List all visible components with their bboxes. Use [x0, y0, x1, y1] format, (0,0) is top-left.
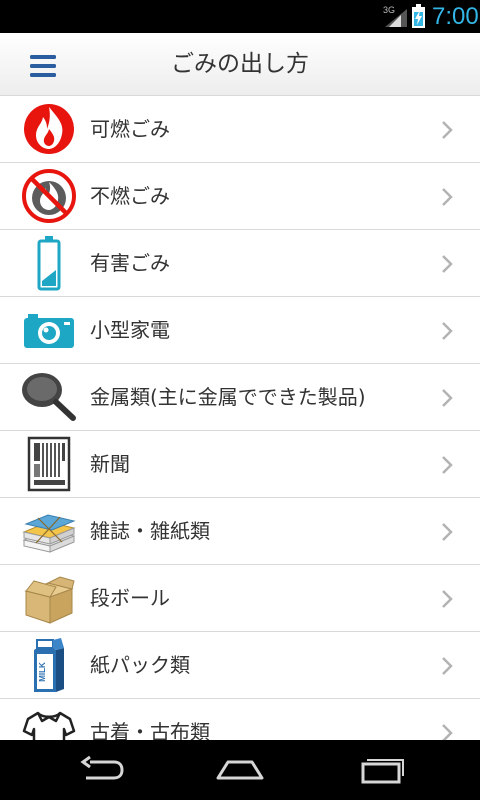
- list-item-label: 紙パック類: [90, 653, 190, 677]
- chevron-right-icon: [442, 322, 453, 340]
- list-item-label: 可燃ごみ: [90, 117, 170, 141]
- garbage-category-list: 可燃ごみ 不燃ごみ 有害ごみ 小型家電 金属類(主に金属でできた製品) 新聞 雑…: [0, 96, 480, 740]
- list-item-label: 不燃ごみ: [90, 184, 170, 208]
- cardboard-box-icon: [24, 576, 75, 624]
- list-item-label: 古着・古布類: [90, 720, 210, 740]
- list-item-old-clothes[interactable]: 古着・古布類: [0, 699, 480, 740]
- list-item-small-appliances[interactable]: 小型家電: [0, 297, 480, 364]
- list-item-label: 小型家電: [90, 318, 170, 342]
- chevron-right-icon: [442, 724, 453, 740]
- signal-strength-icon: [385, 9, 407, 27]
- back-icon[interactable]: [76, 754, 124, 784]
- no-fire-icon: [22, 169, 76, 223]
- home-icon[interactable]: [216, 754, 264, 784]
- recent-apps-icon[interactable]: [358, 754, 406, 784]
- list-item-magazines[interactable]: 雑誌・雑紙類: [0, 498, 480, 565]
- newspaper-icon: [27, 436, 71, 492]
- hamburger-menu-icon: [30, 55, 56, 77]
- chevron-right-icon: [442, 523, 453, 541]
- frying-pan-icon: [22, 373, 76, 421]
- battery-charging-icon: [412, 4, 425, 28]
- milk-carton-icon: MILK: [34, 638, 64, 692]
- page-title: ごみの出し方: [171, 51, 309, 77]
- chevron-right-icon: [442, 255, 453, 273]
- status-bar: 3G 7:00: [0, 0, 480, 33]
- app-bar: ごみの出し方: [0, 33, 480, 96]
- list-item-label: 雑誌・雑紙類: [90, 519, 210, 543]
- chevron-right-icon: [442, 590, 453, 608]
- camera-icon: [24, 314, 74, 348]
- status-time: 7:00: [432, 3, 479, 30]
- magazine-bundle-icon: [22, 514, 76, 553]
- chevron-right-icon: [442, 657, 453, 675]
- chevron-right-icon: [442, 456, 453, 474]
- chevron-right-icon: [442, 188, 453, 206]
- list-item-burnable[interactable]: 可燃ごみ: [0, 96, 480, 163]
- list-item-label: 金属類(主に金属でできた製品): [90, 385, 366, 409]
- list-item-label: 新聞: [90, 452, 130, 476]
- list-item-paper-cartons[interactable]: MILK 紙パック類: [0, 632, 480, 699]
- list-item-metals[interactable]: 金属類(主に金属でできた製品): [0, 364, 480, 431]
- list-item-newspaper[interactable]: 新聞: [0, 431, 480, 498]
- list-item-label: 有害ごみ: [90, 251, 170, 275]
- chevron-right-icon: [442, 389, 453, 407]
- shirt-icon: [22, 711, 76, 740]
- battery-icon: [37, 236, 61, 291]
- list-item-cardboard[interactable]: 段ボール: [0, 565, 480, 632]
- list-item-non-burnable[interactable]: 不燃ごみ: [0, 163, 480, 230]
- chevron-right-icon: [442, 121, 453, 139]
- svg-text:MILK: MILK: [38, 662, 47, 682]
- navigation-bar: [0, 740, 480, 800]
- menu-button[interactable]: [22, 51, 64, 81]
- fire-icon: [24, 104, 74, 154]
- list-item-hazardous[interactable]: 有害ごみ: [0, 230, 480, 297]
- list-item-label: 段ボール: [90, 586, 170, 610]
